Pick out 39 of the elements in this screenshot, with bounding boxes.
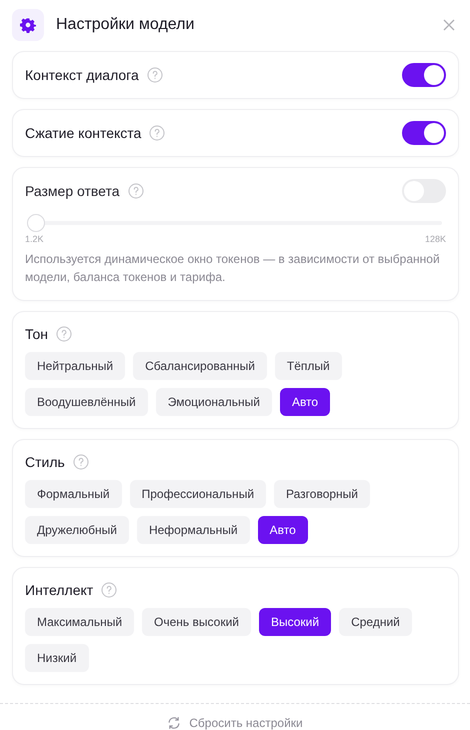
option-chip[interactable]: Дружелюбный xyxy=(25,516,129,544)
setting-label: Контекст диалога xyxy=(25,67,139,83)
help-icon[interactable] xyxy=(146,67,163,83)
option-chip[interactable]: Авто xyxy=(258,516,308,544)
slider-max-label: 128K xyxy=(424,234,446,244)
slider-track[interactable] xyxy=(27,214,442,232)
option-chip[interactable]: Высокий xyxy=(258,608,332,636)
setting-label: Размер ответа xyxy=(25,183,120,199)
option-chip[interactable]: Очень высокий xyxy=(142,608,251,636)
option-chip[interactable]: Сбалансированный xyxy=(133,352,267,380)
option-chip[interactable]: Неформальный xyxy=(136,516,250,544)
option-chip[interactable]: Тёплый xyxy=(274,352,342,380)
close-button[interactable] xyxy=(442,18,456,32)
description-text: Используется динамическое окно токенов — в зависимости от выбранной модели, баланса токенов и тарифа. xyxy=(25,251,441,286)
help-icon[interactable] xyxy=(149,125,166,141)
option-chip[interactable]: Эмоциональный xyxy=(156,388,272,416)
group-title: Стиль xyxy=(25,454,65,470)
refresh-icon xyxy=(167,716,182,730)
help-icon[interactable] xyxy=(128,183,144,199)
toggle-switch[interactable] xyxy=(402,63,446,87)
setting-label: Сжатие контекста xyxy=(25,125,142,141)
slider-min-label: 1.2K xyxy=(25,234,44,244)
toggle-switch[interactable] xyxy=(402,121,446,145)
help-icon[interactable] xyxy=(72,454,89,470)
option-chip[interactable]: Воодушевлённый xyxy=(25,388,148,416)
option-chip[interactable]: Средний xyxy=(339,608,412,636)
group-title: Тон xyxy=(25,326,48,342)
option-chip[interactable]: Формальный xyxy=(25,480,122,508)
dialog-title: Настройки модели xyxy=(56,16,196,34)
settings-icon xyxy=(20,16,36,32)
option-chip[interactable]: Профессиональный xyxy=(130,480,266,508)
help-icon[interactable] xyxy=(101,582,118,598)
option-chip[interactable]: Авто xyxy=(280,388,330,416)
option-chip[interactable]: Разговорный xyxy=(274,480,370,508)
help-icon[interactable] xyxy=(56,326,72,342)
option-chip[interactable]: Нейтральный xyxy=(25,352,126,380)
option-chip[interactable]: Низкий xyxy=(25,644,89,672)
group-title: Интеллект xyxy=(25,582,94,598)
option-chip[interactable]: Максимальный xyxy=(25,608,134,636)
